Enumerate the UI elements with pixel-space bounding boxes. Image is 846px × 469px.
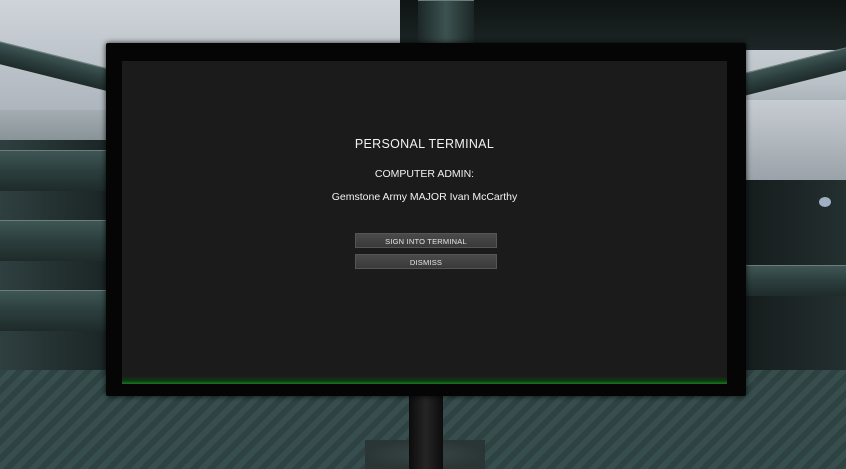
background-railing [745,265,846,296]
computer-admin-name: Gemstone Army MAJOR Ivan McCarthy [331,191,518,203]
dismiss-button[interactable]: DISMISS [355,254,497,269]
monitor-stand [409,392,443,469]
background-light [819,197,831,207]
background-railing [745,47,846,96]
terminal-title: PERSONAL TERMINAL [354,137,495,151]
terminal-screen: PERSONAL TERMINAL COMPUTER ADMIN: Gemsto… [122,61,727,384]
sign-into-terminal-button[interactable]: SIGN INTO TERMINAL [355,233,497,248]
game-scene: PERSONAL TERMINAL COMPUTER ADMIN: Gemsto… [0,0,846,469]
screen-status-glow [122,376,727,384]
computer-admin-label: COMPUTER ADMIN: [374,168,475,180]
background-railing [0,220,110,261]
background-railing [0,290,110,331]
background-window [745,100,846,180]
terminal-monitor: PERSONAL TERMINAL COMPUTER ADMIN: Gemsto… [106,43,746,396]
background-railing [0,150,110,191]
